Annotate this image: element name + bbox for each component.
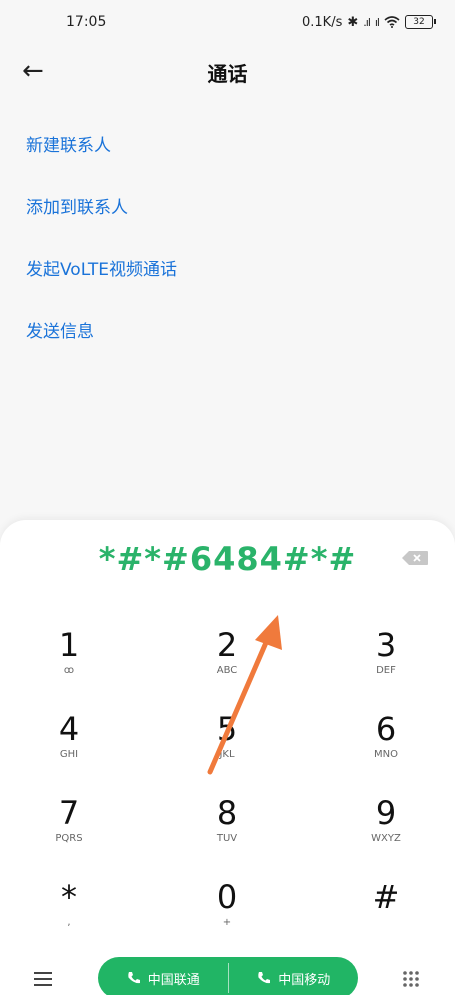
status-bar: 17:05 0.1K/s ✱ .ıl ıl 32 (0, 0, 455, 44)
net-speed: 0.1K/s (302, 14, 343, 30)
option-new-contact[interactable]: 新建联系人 (26, 128, 177, 190)
key-letters: + (222, 917, 232, 928)
call-button-sim1[interactable]: 中国联通 (98, 957, 228, 995)
battery-level: 32 (413, 17, 425, 27)
voicemail-icon: ꝏ (63, 665, 75, 676)
dial-panel: *#*#6484#*# 1 ꝏ 2 ABC 3 DEF 4 GHI 5 JKL … (0, 520, 455, 995)
key-digit: 7 (58, 794, 80, 832)
key-digit: 9 (375, 794, 397, 832)
key-2[interactable]: 2 ABC (177, 626, 277, 696)
key-digit: 1 (58, 626, 80, 664)
key-9[interactable]: 9 WXYZ (336, 794, 436, 864)
key-digit: 8 (216, 794, 238, 832)
key-hash[interactable]: # (336, 878, 436, 948)
menu-icon[interactable] (34, 972, 52, 986)
signal-icon: .ıl (363, 15, 371, 29)
key-star[interactable]: * , (19, 878, 119, 948)
key-letters: TUV (216, 833, 238, 844)
key-letters: , (67, 917, 71, 928)
battery-icon: 32 (405, 15, 436, 29)
status-icons: 0.1K/s ✱ .ıl ıl 32 (302, 14, 436, 30)
key-digit: 6 (375, 710, 397, 748)
key-letters: PQRS (55, 833, 83, 844)
key-5[interactable]: 5 JKL (177, 710, 277, 780)
key-4[interactable]: 4 GHI (19, 710, 119, 780)
key-digit: # (372, 878, 400, 916)
option-send-message[interactable]: 发送信息 (26, 314, 177, 376)
key-digit: 5 (216, 710, 238, 748)
key-letters: ABC (216, 665, 238, 676)
key-letters: MNO (374, 749, 398, 760)
options-list: 新建联系人 添加到联系人 发起VoLTE视频通话 发送信息 (26, 128, 177, 376)
phone-sim2-icon (258, 972, 271, 984)
key-8[interactable]: 8 TUV (177, 794, 277, 864)
key-7[interactable]: 7 PQRS (19, 794, 119, 864)
key-letters: DEF (376, 665, 396, 676)
signal-2-icon: ıl (374, 15, 380, 29)
key-0[interactable]: 0 + (177, 878, 277, 948)
bluetooth-icon: ✱ (347, 14, 359, 30)
key-1[interactable]: 1 ꝏ (19, 626, 119, 696)
status-time: 17:05 (66, 14, 107, 30)
wifi-icon (384, 16, 400, 28)
key-3[interactable]: 3 DEF (336, 626, 436, 696)
backspace-icon[interactable] (401, 550, 429, 566)
phone-sim1-icon (128, 972, 140, 984)
call-button-label: 中国移动 (278, 972, 331, 988)
back-arrow-icon[interactable]: ← (22, 58, 44, 84)
call-button-label: 中国联通 (147, 972, 200, 988)
key-digit: * (61, 878, 77, 916)
key-letters: WXYZ (371, 833, 401, 844)
key-letters: GHI (59, 749, 79, 760)
call-bar: 中国联通 中国移动 (98, 957, 358, 995)
call-button-sim2[interactable]: 中国移动 (229, 957, 359, 995)
key-digit: 3 (375, 626, 397, 664)
option-volte-video-call[interactable]: 发起VoLTE视频通话 (26, 252, 177, 314)
key-digit: 4 (58, 710, 80, 748)
header: ← 通话 (0, 50, 455, 94)
key-letters: JKL (219, 749, 235, 760)
key-digit: 0 (216, 878, 238, 916)
page-title: 通话 (207, 61, 248, 86)
dialed-number: *#*#6484#*# (98, 540, 357, 578)
key-6[interactable]: 6 MNO (336, 710, 436, 780)
key-digit: 2 (216, 626, 238, 664)
dialpad-icon[interactable] (402, 970, 420, 988)
option-add-to-contact[interactable]: 添加到联系人 (26, 190, 177, 252)
